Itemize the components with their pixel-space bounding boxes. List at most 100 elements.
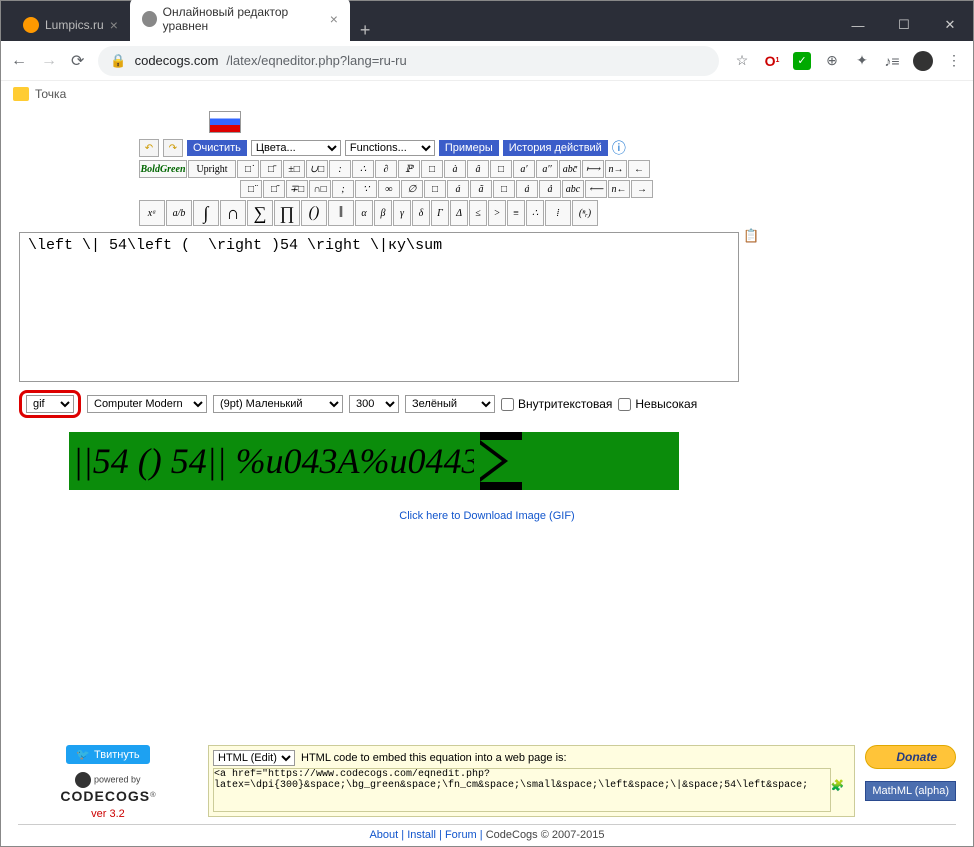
sym-gamma[interactable]: γ (393, 200, 411, 226)
sym[interactable]: □̇ (237, 160, 259, 178)
url-input[interactable]: 🔒 codecogs.com/latex/eqneditor.php?lang=… (98, 46, 719, 76)
sym[interactable]: ∩□ (309, 180, 331, 198)
size-select[interactable]: (9pt) Маленький (213, 395, 343, 413)
functions-select[interactable]: Functions... (345, 140, 435, 156)
tab-codecogs[interactable]: Онлайновый редактор уравнен × (130, 0, 350, 41)
sym[interactable]: n→ (605, 160, 627, 178)
back-button[interactable]: ← (11, 52, 27, 70)
copy-icon[interactable]: 📋 (743, 228, 759, 244)
bookmark-item[interactable]: Точка (35, 87, 66, 101)
equation-preview[interactable]: ||54 () 54|| %u043A%u0443 (69, 432, 679, 490)
extension-opera-icon[interactable]: O1 (763, 52, 781, 70)
extension-globe-icon[interactable]: ⊕ (823, 52, 841, 70)
sym-alpha[interactable]: α (355, 200, 373, 226)
info-icon[interactable]: ⓘ (612, 138, 626, 158)
codecogs-logo[interactable]: CODECOGS (60, 788, 150, 804)
extension-check-icon[interactable]: ✓ (793, 52, 811, 70)
sym[interactable]: □ (424, 180, 446, 198)
sym[interactable]: ∓□ (286, 180, 308, 198)
upright-button[interactable]: Upright (188, 160, 236, 178)
sym[interactable]: ∵ (355, 180, 377, 198)
sym[interactable]: â (467, 160, 489, 178)
inline-checkbox-label[interactable]: Внутритекстовая (501, 397, 612, 411)
colors-select[interactable]: Цвета... (251, 140, 341, 156)
sym[interactable]: a̓ (516, 180, 538, 198)
sym-cap[interactable]: ∩ (220, 200, 246, 226)
sym[interactable]: : (329, 160, 351, 178)
mathml-button[interactable]: MathML (alpha) (865, 781, 956, 801)
sym-paren[interactable]: () (301, 200, 327, 226)
install-link[interactable]: Install (407, 829, 436, 841)
sym[interactable]: ∞ (378, 180, 400, 198)
sym-norm[interactable]: ‖ (328, 200, 354, 226)
profile-avatar[interactable] (913, 51, 933, 71)
download-link[interactable]: Click here to Download Image (GIF) (19, 510, 955, 522)
history-button[interactable]: История действий (503, 140, 608, 156)
sym[interactable]: a′′ (536, 160, 558, 178)
format-select[interactable]: gif (26, 395, 74, 413)
compressed-checkbox-label[interactable]: Невысокая (618, 397, 697, 411)
forward-button[interactable]: → (41, 52, 57, 70)
close-tab-icon[interactable]: × (110, 17, 118, 33)
maximize-button[interactable]: ☐ (881, 9, 927, 41)
sym[interactable]: □ (493, 180, 515, 198)
redo-icon[interactable]: ↷ (163, 139, 183, 157)
sym[interactable]: á (447, 180, 469, 198)
sym-sum[interactable]: ∑ (247, 200, 273, 226)
sym-therefore[interactable]: ∴ (526, 200, 544, 226)
clear-button[interactable]: Очистить (187, 140, 247, 156)
tweet-button[interactable]: 🐦 Твитнуть (66, 745, 149, 764)
dpi-select[interactable]: 300 (349, 395, 399, 413)
sym[interactable]: ⟼ (582, 160, 604, 178)
forum-link[interactable]: Forum (445, 829, 477, 841)
inline-checkbox[interactable] (501, 398, 514, 411)
chrome-menu-button[interactable]: ⋮ (945, 52, 963, 70)
embed-format-select[interactable]: HTML (Edit) (213, 750, 295, 766)
extensions-button[interactable]: ✦ (853, 52, 871, 70)
sym[interactable]: ← (628, 160, 650, 178)
sym[interactable]: ∂ (375, 160, 397, 178)
sym[interactable]: ∴ (352, 160, 374, 178)
embed-code-textarea[interactable] (213, 768, 831, 812)
close-window-button[interactable]: ✕ (927, 9, 973, 41)
sym[interactable]: à (444, 160, 466, 178)
font-select[interactable]: Computer Modern (87, 395, 207, 413)
sym-beta[interactable]: β (374, 200, 392, 226)
media-control-icon[interactable]: ♪≡ (883, 52, 901, 70)
sym[interactable]: a̓̓ (539, 180, 561, 198)
sym[interactable]: ; (332, 180, 354, 198)
sym-int[interactable]: ∫ (193, 200, 219, 226)
about-link[interactable]: About (369, 829, 398, 841)
sym[interactable]: a′ (513, 160, 535, 178)
russian-flag-icon[interactable] (209, 111, 241, 133)
sym[interactable]: ∪□ (306, 160, 328, 178)
sym-delta[interactable]: δ (412, 200, 430, 226)
puzzle-icon[interactable]: 🧩 (831, 779, 851, 799)
sym[interactable]: ã (470, 180, 492, 198)
sym-prod[interactable]: ∏ (274, 200, 300, 226)
sym[interactable]: abc̄ (559, 160, 581, 178)
compressed-checkbox[interactable] (618, 398, 631, 411)
sym-equiv[interactable]: ≡ (507, 200, 525, 226)
sym[interactable]: ⟵ (585, 180, 607, 198)
reload-button[interactable]: ⟳ (71, 51, 84, 71)
sym-binom[interactable]: (ⁿᵣ) (572, 200, 598, 226)
sym[interactable]: □ (421, 160, 443, 178)
sym-leq[interactable]: ≤ (469, 200, 487, 226)
sym[interactable]: ±□ (283, 160, 305, 178)
color-select[interactable]: Зелёный (405, 395, 495, 413)
latex-input[interactable] (19, 232, 739, 382)
sym[interactable]: abc (562, 180, 584, 198)
new-tab-button[interactable]: + (350, 20, 381, 41)
examples-button[interactable]: Примеры (439, 140, 499, 156)
sym[interactable]: □͂ (263, 180, 285, 198)
boldgreen-button[interactable]: BoldGreen (139, 160, 187, 178)
sym[interactable]: □̈ (240, 180, 262, 198)
sym[interactable]: □ (490, 160, 512, 178)
sym-matrix[interactable]: ⁞ (545, 200, 571, 226)
sym-Gamma[interactable]: Γ (431, 200, 449, 226)
minimize-button[interactable]: — (835, 9, 881, 41)
sym-gt[interactable]: > (488, 200, 506, 226)
sym-Delta[interactable]: Δ (450, 200, 468, 226)
sym[interactable]: → (631, 180, 653, 198)
